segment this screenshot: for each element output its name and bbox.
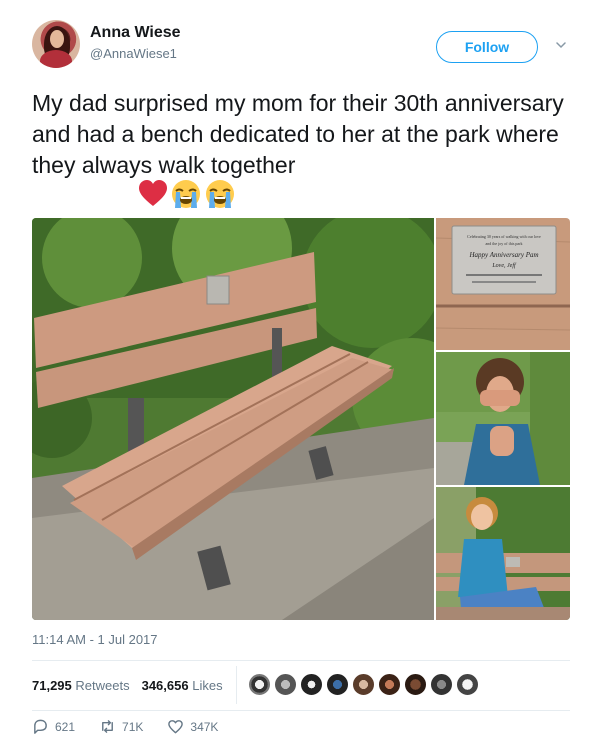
divider: [32, 710, 570, 711]
mom-on-bench-photo[interactable]: [436, 487, 570, 620]
avatar[interactable]: [456, 673, 479, 696]
chevron-down-icon[interactable]: [556, 40, 566, 50]
loudly-crying-face-icon: [206, 180, 234, 208]
avatar[interactable]: [32, 20, 80, 68]
media-grid: Celebrating 30 years of walking with our…: [32, 218, 570, 620]
like-count: 347K: [190, 719, 219, 734]
plaque-line-1: Celebrating 30 years of walking with our…: [467, 234, 541, 239]
reply-button[interactable]: 621: [32, 718, 75, 735]
retweet-icon: [102, 720, 113, 733]
avatar[interactable]: [378, 673, 401, 696]
divider: [236, 666, 237, 704]
plaque-photo[interactable]: Celebrating 30 years of walking with our…: [436, 218, 570, 350]
tweet-text: My dad surprised my mom for their 30th a…: [32, 90, 564, 178]
tweet-actions: 621 71K 347K: [32, 718, 242, 735]
plaque-line-3: Happy Anniversary Pam: [468, 251, 538, 259]
retweets-stat[interactable]: 71,295 Retweets: [32, 678, 130, 693]
tweet-timestamp[interactable]: 11:14 AM - 1 Jul 2017: [32, 632, 158, 647]
avatar[interactable]: [300, 673, 323, 696]
bench-photo[interactable]: [32, 218, 434, 620]
likes-stat[interactable]: 346,656 Likes: [142, 678, 223, 693]
plaque-line-2: and the joy of this park: [486, 241, 523, 246]
avatar[interactable]: [430, 673, 453, 696]
avatar[interactable]: [352, 673, 375, 696]
emoji-row: [138, 178, 236, 210]
tweet-stats: 71,295 Retweets 346,656 Likes: [32, 678, 223, 693]
reply-count: 621: [55, 719, 76, 734]
red-heart-emoji-icon: [139, 180, 167, 206]
user-handle[interactable]: @AnnaWiese1: [90, 46, 177, 61]
like-button[interactable]: 347K: [167, 718, 218, 735]
mom-crying-photo[interactable]: [436, 352, 570, 485]
plaque-line-4: Love, Jeff: [491, 262, 517, 269]
tweet-card: Anna Wiese @AnnaWiese1 Follow My dad sur…: [0, 0, 600, 741]
retweet-button[interactable]: 71K: [99, 718, 143, 735]
avatar[interactable]: [326, 673, 349, 696]
avatar[interactable]: [274, 673, 297, 696]
likers-avatars: [248, 673, 479, 696]
loudly-crying-face-icon: [172, 180, 200, 208]
heart-icon: [168, 720, 184, 734]
reply-icon: [34, 719, 47, 734]
divider: [32, 660, 570, 661]
follow-button[interactable]: Follow: [436, 31, 538, 63]
avatar[interactable]: [404, 673, 427, 696]
retweet-count: 71K: [122, 719, 144, 734]
user-name[interactable]: Anna Wiese: [90, 24, 181, 42]
avatar[interactable]: [248, 673, 271, 696]
